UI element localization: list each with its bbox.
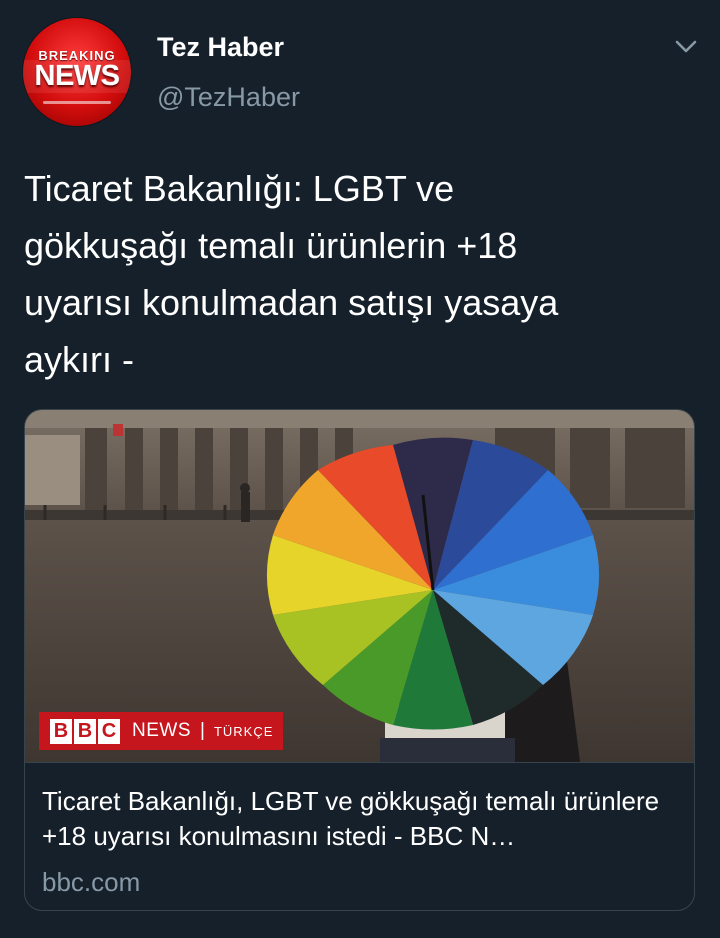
bbc-logo-letter: B (74, 718, 96, 744)
author-name[interactable]: Tez Haber (157, 32, 284, 63)
avatar-news-text: NEWS (23, 60, 131, 93)
tweet-text: Ticaret Bakanlığı: LGBT ve gökkuşağı tem… (24, 168, 559, 380)
author-handle[interactable]: @TezHaber (157, 82, 300, 113)
bbc-separator: | (200, 720, 205, 741)
bbc-news-turkce-logo: B B C NEWS | TÜRKÇE (39, 712, 283, 750)
card-domain: bbc.com (42, 867, 141, 897)
bbc-news-label: NEWS (132, 720, 191, 741)
card-image[interactable]: B B C NEWS | TÜRKÇE (25, 410, 694, 762)
avatar[interactable]: BREAKING NEWS (23, 18, 131, 126)
bbc-language-label: TÜRKÇE (213, 723, 274, 739)
card-title[interactable]: Ticaret Bakanlığı, LGBT ve gökkuşağı tem… (42, 784, 682, 854)
bbc-logo-letter: C (98, 718, 120, 744)
card-body[interactable]: Ticaret Bakanlığı, LGBT ve gökkuşağı tem… (25, 762, 694, 910)
bbc-logo-letter: B (50, 718, 72, 744)
avatar-stripe (43, 101, 111, 104)
tweet: BREAKING NEWS Tez Haber @TezHaber Ticare… (0, 0, 720, 938)
rainbow-umbrella-photo (25, 410, 694, 762)
chevron-down-icon[interactable] (674, 36, 698, 56)
link-card[interactable]: B B C NEWS | TÜRKÇE Ticaret Bakanlığı, L… (24, 409, 695, 911)
